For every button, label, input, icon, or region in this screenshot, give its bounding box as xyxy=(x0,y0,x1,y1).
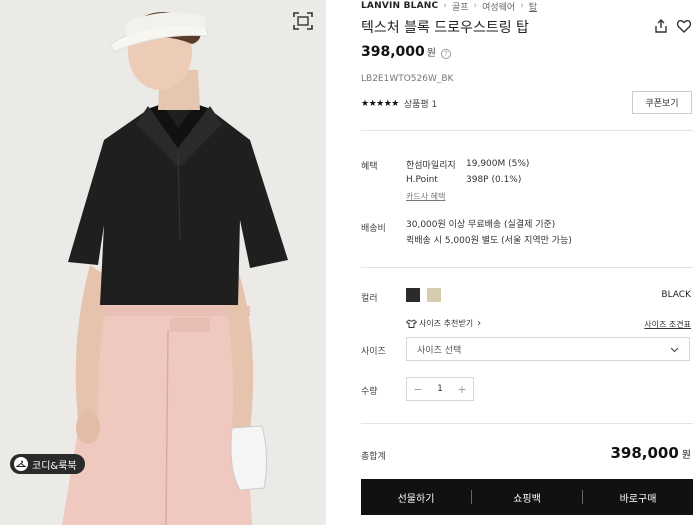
shipping-line: 30,000원 이상 무료배송 (실결제 기준) xyxy=(406,220,556,230)
benefit-list: 한섬마일리지 19,900M (5%) H.Point 398P (0.1%) xyxy=(406,156,529,188)
color-label: 컬러 xyxy=(361,294,378,304)
divider xyxy=(361,130,693,131)
card-benefit-link[interactable]: 카드사 혜택 xyxy=(406,191,445,202)
chevron-right-icon: › xyxy=(520,1,524,11)
product-info-panel: LANVIN BLANC › 골프 › 여성웨어 › 탑 텍스처 블록 드로우스… xyxy=(361,0,693,525)
size-recommend-link[interactable]: 사이즈 추천받기 › xyxy=(406,318,481,329)
info-icon[interactable]: ? xyxy=(440,49,451,59)
purchase-action-bar: 선물하기 쇼핑백 바로구매 xyxy=(361,479,693,515)
benefit-row: H.Point 398P (0.1%) xyxy=(406,172,529,188)
benefit-name: 한섬마일리지 xyxy=(406,160,456,171)
model-photo xyxy=(0,0,326,525)
quantity-plus-button[interactable]: + xyxy=(451,383,473,396)
size-label: 사이즈 xyxy=(361,347,386,357)
product-price: 398,000 원 ? xyxy=(361,44,451,60)
hanger-icon xyxy=(14,457,28,471)
heart-icon[interactable] xyxy=(676,18,692,34)
gift-button[interactable]: 선물하기 xyxy=(361,490,471,505)
chevron-right-icon: › xyxy=(443,1,447,11)
selected-color-name: BLACK xyxy=(661,290,691,300)
total-price-unit: 원 xyxy=(681,450,691,461)
coordi-lookbook-button[interactable]: 코디&룩북 xyxy=(10,454,85,474)
chevron-right-icon: › xyxy=(477,318,482,329)
size-recommend-label: 사이즈 추천받기 xyxy=(419,319,474,328)
shipping-line: 퀵배송 시 5,000원 별도 (서울 지역만 가능) xyxy=(406,236,572,246)
chevron-down-icon xyxy=(670,347,679,353)
quantity-value[interactable]: 1 xyxy=(429,384,451,394)
benefit-value: 398P (0.1%) xyxy=(466,175,522,185)
color-swatch-beige[interactable] xyxy=(427,288,441,302)
shipping-info: 30,000원 이상 무료배송 (실결제 기준) 퀵배송 시 5,000원 별도… xyxy=(406,217,572,249)
quantity-label: 수량 xyxy=(361,387,378,397)
breadcrumb: LANVIN BLANC › 골프 › 여성웨어 › 탑 xyxy=(361,0,537,13)
price-unit: 원 xyxy=(426,48,436,59)
quantity-minus-button[interactable]: − xyxy=(407,383,429,396)
benefit-label: 혜택 xyxy=(361,162,378,172)
product-image[interactable]: 코디&룩북 xyxy=(0,0,326,525)
total-price: 398,000 원 xyxy=(610,444,691,462)
star-rating-icon: ★★★★★ xyxy=(361,98,399,109)
shopping-bag-button[interactable]: 쇼핑백 xyxy=(472,490,582,505)
total-label: 총합계 xyxy=(361,452,386,462)
size-guide-link[interactable]: 사이즈 조견표 xyxy=(644,319,691,330)
breadcrumb-item[interactable]: 여성웨어 xyxy=(482,0,515,13)
buy-now-button[interactable]: 바로구매 xyxy=(583,490,693,505)
quantity-stepper: − 1 + xyxy=(406,377,474,401)
coupon-button[interactable]: 쿠폰보기 xyxy=(632,91,692,114)
zoom-icon[interactable] xyxy=(290,10,316,32)
benefit-name: H.Point xyxy=(406,175,438,185)
size-select-placeholder: 사이즈 선택 xyxy=(417,345,462,356)
coordi-lookbook-label: 코디&룩북 xyxy=(32,460,77,472)
shipping-label: 배송비 xyxy=(361,224,386,234)
breadcrumb-item[interactable]: 탑 xyxy=(529,0,537,13)
review-link[interactable]: 상품평 1 xyxy=(404,97,437,110)
divider xyxy=(361,423,693,424)
brand-link[interactable]: LANVIN BLANC xyxy=(361,1,438,11)
divider xyxy=(361,267,693,268)
price-value: 398,000 xyxy=(361,44,425,60)
color-swatch-black[interactable] xyxy=(406,288,420,302)
benefit-row: 한섬마일리지 19,900M (5%) xyxy=(406,156,529,172)
product-title: 텍스처 블록 드로우스트링 탑 xyxy=(361,20,529,36)
size-select[interactable]: 사이즈 선택 xyxy=(406,337,690,361)
total-price-value: 398,000 xyxy=(610,444,679,462)
share-icon[interactable] xyxy=(653,18,669,34)
chevron-right-icon: › xyxy=(473,1,478,11)
rating: ★★★★★ 상품평 1 xyxy=(361,97,437,111)
product-code: LB2E1WTO526W_BK xyxy=(361,74,454,84)
benefit-value: 19,900M (5%) xyxy=(466,159,530,169)
tshirt-icon xyxy=(406,319,417,328)
breadcrumb-item[interactable]: 골프 xyxy=(452,0,469,13)
